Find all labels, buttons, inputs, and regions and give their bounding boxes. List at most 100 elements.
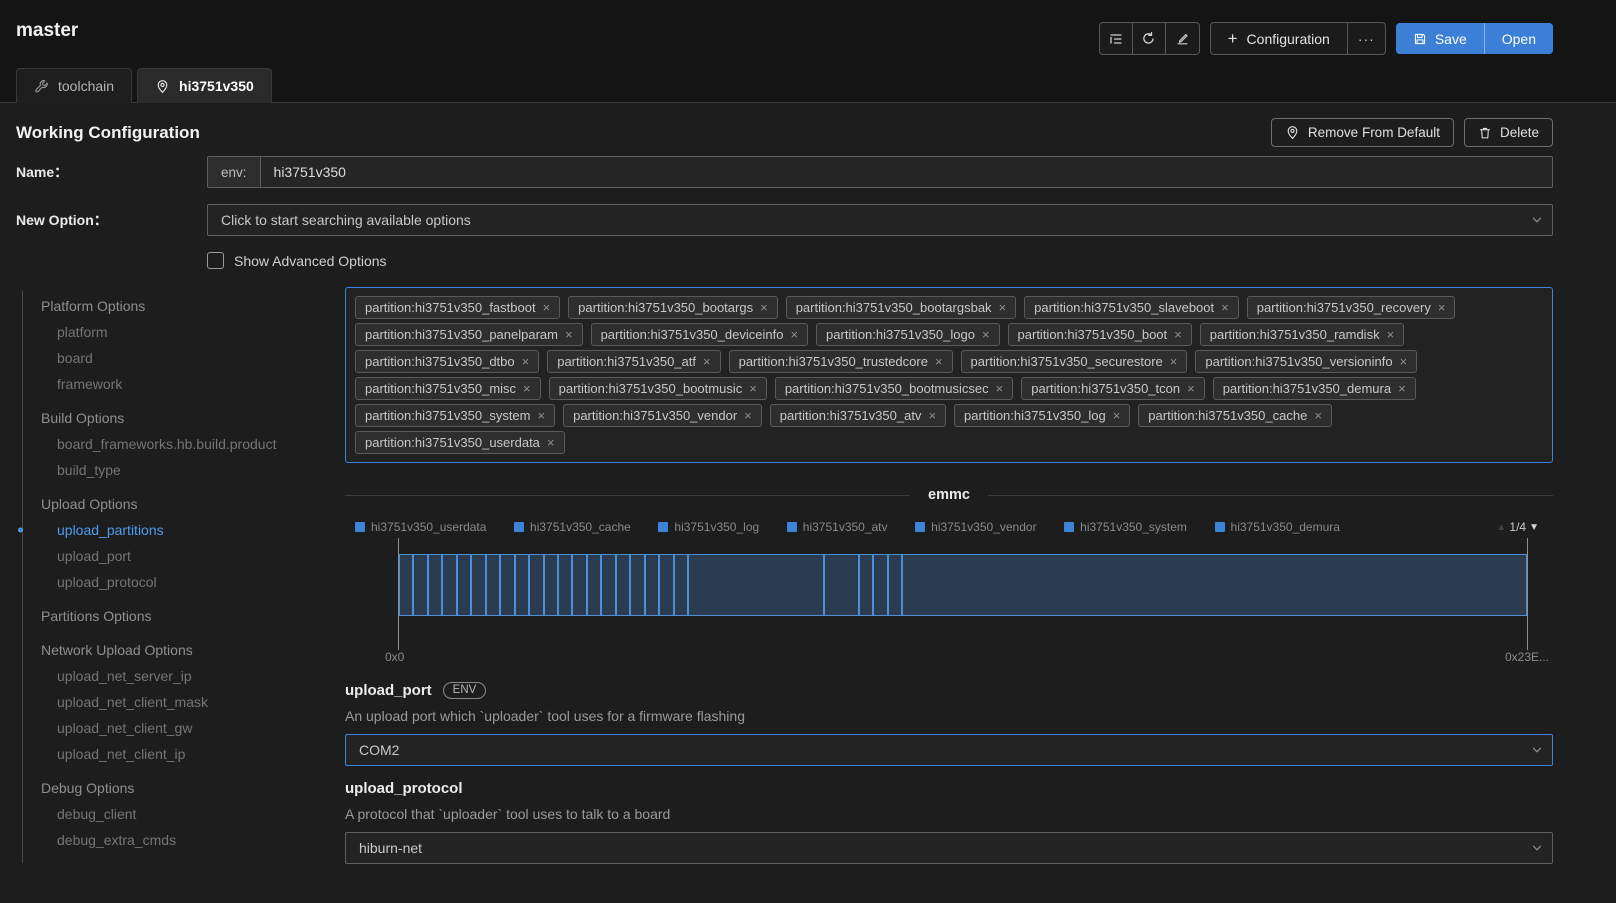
legend-item-hi3751v350_vendor[interactable]: hi3751v350_vendor [915, 520, 1036, 534]
legend-item-hi3751v350_userdata[interactable]: hi3751v350_userdata [355, 520, 486, 534]
upload-protocol-select[interactable]: hiburn-net [345, 832, 1553, 864]
partition-segment-hi3751v350_userdata[interactable] [902, 554, 1527, 616]
partition-chip: partition:hi3751v350_userdata× [355, 431, 565, 454]
add-configuration-button[interactable]: + Configuration [1211, 23, 1348, 54]
chip-remove-icon[interactable]: × [1174, 327, 1182, 342]
legend-item-hi3751v350_atv[interactable]: hi3751v350_atv [787, 520, 888, 534]
tree-group-label-partitions-options[interactable]: Partitions Options [23, 603, 345, 629]
chip-remove-icon[interactable]: × [935, 354, 943, 369]
edit-button[interactable] [1166, 23, 1199, 54]
partition-segment-hi3751v350_ramdisk[interactable] [529, 554, 543, 616]
partition-segment-hi3751v350_recovery[interactable] [457, 554, 471, 616]
legend-page-up-icon[interactable]: ▲ [1497, 522, 1507, 533]
partition-segment-hi3751v350_logo[interactable] [500, 554, 514, 616]
chip-remove-icon[interactable]: × [1398, 381, 1406, 396]
chip-remove-icon[interactable]: × [1113, 408, 1121, 423]
chip-remove-icon[interactable]: × [703, 354, 711, 369]
chip-remove-icon[interactable]: × [565, 327, 573, 342]
tree-item-upload_net_client_mask[interactable]: upload_net_client_mask [23, 689, 345, 715]
partition-segment-hi3751v350_dtbo[interactable] [544, 554, 558, 616]
chip-remove-icon[interactable]: × [744, 408, 752, 423]
tree-item-upload_port[interactable]: upload_port [23, 543, 345, 569]
partition-segment-hi3751v350_versioninfo[interactable] [601, 554, 615, 616]
partition-segment-hi3751v350_panelparam[interactable] [471, 554, 485, 616]
chip-remove-icon[interactable]: × [1400, 354, 1408, 369]
tree-item-build_type[interactable]: build_type [23, 457, 345, 483]
legend-item-hi3751v350_cache[interactable]: hi3751v350_cache [514, 520, 631, 534]
chip-remove-icon[interactable]: × [996, 381, 1004, 396]
save-button[interactable]: Save [1396, 23, 1484, 54]
tree-item-debug_extra_cmds[interactable]: debug_extra_cmds [23, 827, 345, 853]
tree-item-board_frameworks.hb.build.product[interactable]: board_frameworks.hb.build.product [23, 431, 345, 457]
partition-segment-hi3751v350_vendor[interactable] [824, 554, 859, 616]
partition-segment-hi3751v350_slaveboot[interactable] [442, 554, 456, 616]
tab-toolchain[interactable]: toolchain [16, 68, 132, 103]
chip-remove-icon[interactable]: × [523, 381, 531, 396]
chip-remove-icon[interactable]: × [1221, 300, 1229, 315]
partition-segment-hi3751v350_cache[interactable] [888, 554, 902, 616]
tree-item-upload_net_client_ip[interactable]: upload_net_client_ip [23, 741, 345, 767]
legend-item-hi3751v350_log[interactable]: hi3751v350_log [658, 520, 759, 534]
legend-item-hi3751v350_demura[interactable]: hi3751v350_demura [1215, 520, 1340, 534]
upload-port-select[interactable]: COM2 [345, 734, 1553, 766]
partition-segment-hi3751v350_bootmusicsec[interactable] [645, 554, 659, 616]
chip-remove-icon[interactable]: × [982, 327, 990, 342]
refresh-button[interactable] [1133, 23, 1166, 54]
chip-remove-icon[interactable]: × [999, 300, 1007, 315]
tab-hi3751v350[interactable]: hi3751v350 [137, 68, 272, 103]
partition-segment-hi3751v350_misc[interactable] [616, 554, 630, 616]
partition-segment-hi3751v350_bootargsbak[interactable] [428, 554, 442, 616]
chip-remove-icon[interactable]: × [1187, 381, 1195, 396]
partition-segment-hi3751v350_deviceinfo[interactable] [486, 554, 500, 616]
tree-item-upload_net_server_ip[interactable]: upload_net_server_ip [23, 663, 345, 689]
tree-group-label-debug-options[interactable]: Debug Options [23, 775, 345, 801]
chip-remove-icon[interactable]: × [543, 300, 551, 315]
tree-item-upload_protocol[interactable]: upload_protocol [23, 569, 345, 595]
tree-item-framework[interactable]: framework [23, 371, 345, 397]
show-advanced-checkbox[interactable] [207, 252, 224, 269]
partition-segment-hi3751v350_boot[interactable] [515, 554, 529, 616]
partition-segment-hi3751v350_bootargs[interactable] [413, 554, 427, 616]
chip-remove-icon[interactable]: × [760, 300, 768, 315]
chip-remove-icon[interactable]: × [1438, 300, 1446, 315]
chip-remove-icon[interactable]: × [522, 354, 530, 369]
outline-list-button[interactable] [1100, 23, 1133, 54]
partition-segment-hi3751v350_log[interactable] [873, 554, 887, 616]
partition-segment-hi3751v350_bootmusic[interactable] [630, 554, 644, 616]
tree-item-board[interactable]: board [23, 345, 345, 371]
chip-remove-icon[interactable]: × [1387, 327, 1395, 342]
chip-remove-icon[interactable]: × [547, 435, 555, 450]
partition-segment-hi3751v350_fastboot[interactable] [399, 554, 413, 616]
chip-remove-icon[interactable]: × [749, 381, 757, 396]
tree-group-label-upload-options[interactable]: Upload Options [23, 491, 345, 517]
partition-segment-hi3751v350_atv[interactable] [859, 554, 873, 616]
legend-item-hi3751v350_system[interactable]: hi3751v350_system [1064, 520, 1187, 534]
tree-item-upload_net_client_gw[interactable]: upload_net_client_gw [23, 715, 345, 741]
tree-item-debug_client[interactable]: debug_client [23, 801, 345, 827]
name-input[interactable] [261, 157, 1552, 187]
open-button[interactable]: Open [1484, 23, 1553, 54]
tree-group-platform-options: Platform Optionsplatformboardframework [23, 293, 345, 397]
partitions-chip-box[interactable]: partition:hi3751v350_fastboot×partition:… [345, 287, 1553, 463]
tree-group-label-build-options[interactable]: Build Options [23, 405, 345, 431]
partition-segment-hi3751v350_tcon[interactable] [659, 554, 673, 616]
tree-group-label-platform-options[interactable]: Platform Options [23, 293, 345, 319]
delete-button[interactable]: Delete [1464, 118, 1553, 147]
remove-from-default-button[interactable]: Remove From Default [1271, 118, 1454, 147]
legend-page-down-icon[interactable]: ▼ [1529, 522, 1539, 533]
partition-segment-hi3751v350_atf[interactable] [558, 554, 572, 616]
tree-group-label-network-upload-options[interactable]: Network Upload Options [23, 637, 345, 663]
partition-segment-hi3751v350_demura[interactable] [674, 554, 688, 616]
chip-remove-icon[interactable]: × [790, 327, 798, 342]
tree-item-upload_partitions[interactable]: upload_partitions [23, 517, 345, 543]
tree-item-platform[interactable]: platform [23, 319, 345, 345]
partition-segment-hi3751v350_trustedcore[interactable] [572, 554, 586, 616]
chip-remove-icon[interactable]: × [1170, 354, 1178, 369]
chip-remove-icon[interactable]: × [928, 408, 936, 423]
new-option-search-select[interactable]: Click to start searching available optio… [207, 204, 1553, 236]
chip-remove-icon[interactable]: × [538, 408, 546, 423]
chip-remove-icon[interactable]: × [1314, 408, 1322, 423]
partition-segment-hi3751v350_securestore[interactable] [587, 554, 601, 616]
configuration-more-button[interactable]: ··· [1348, 23, 1385, 54]
partition-segment-hi3751v350_system[interactable] [688, 554, 824, 616]
